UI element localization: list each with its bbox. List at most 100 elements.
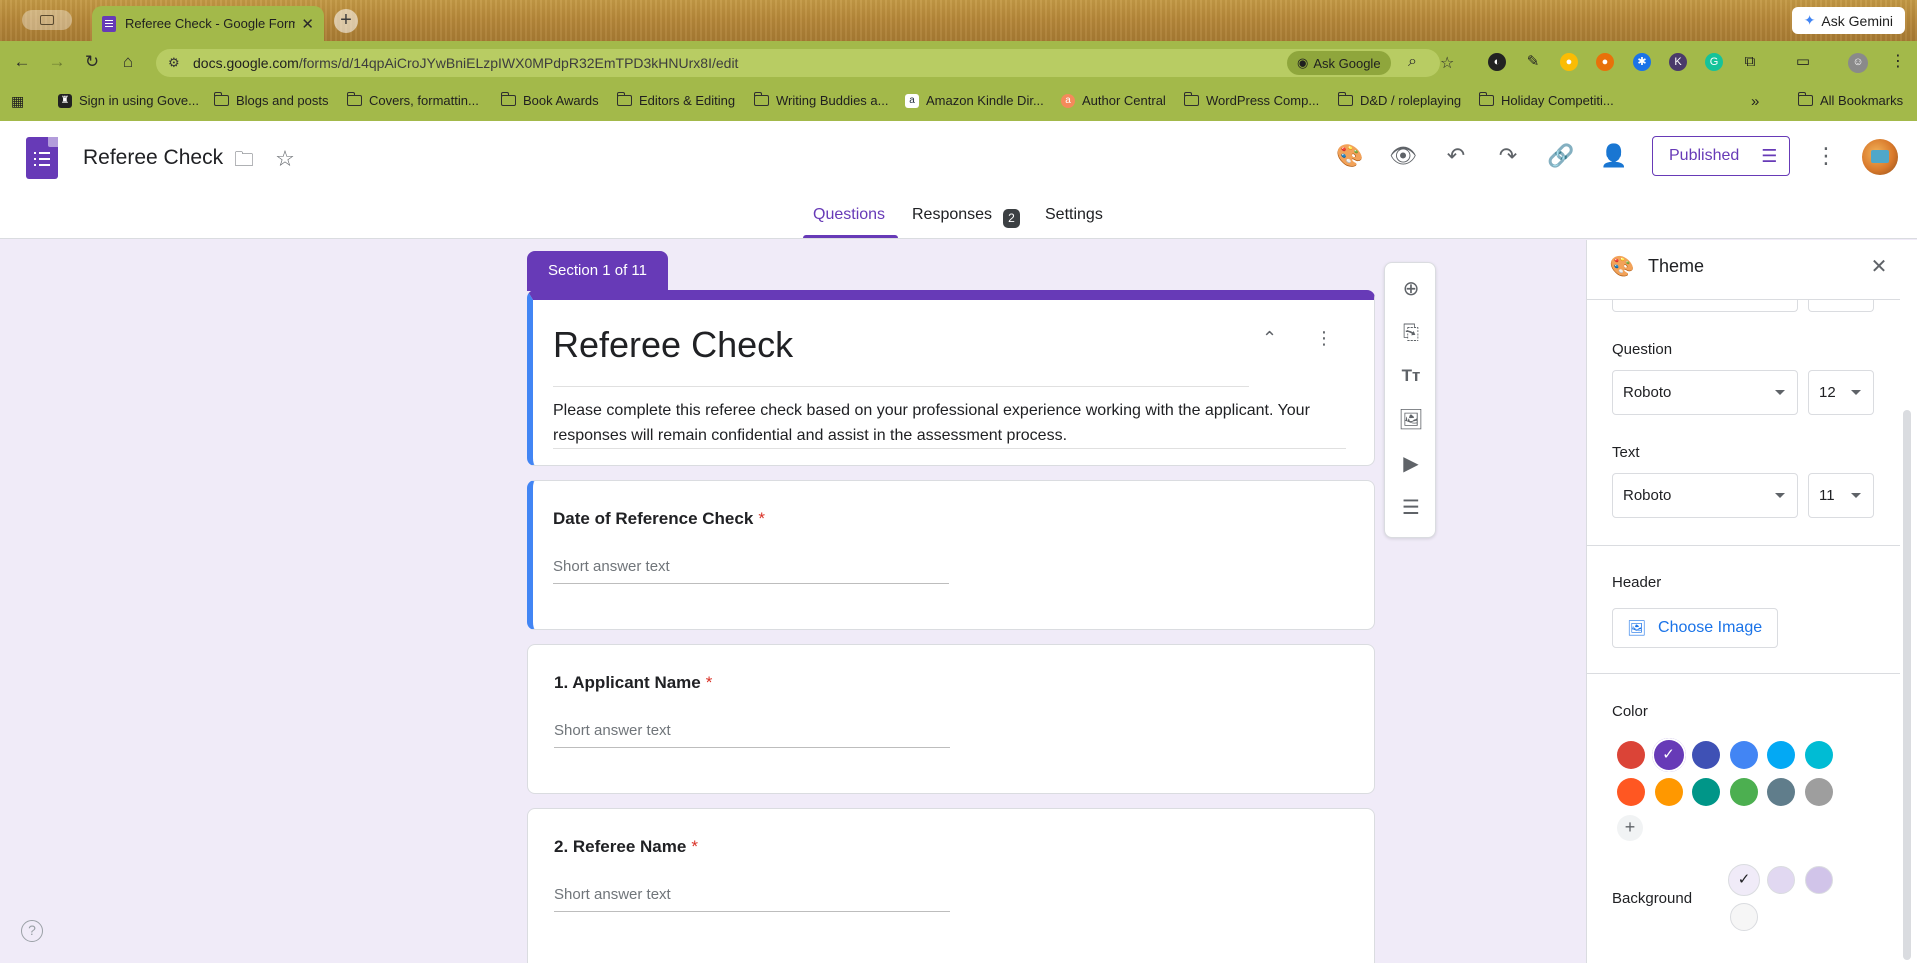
undo-icon[interactable]: ↶	[1442, 142, 1470, 170]
published-button[interactable]: Published ☰	[1652, 136, 1790, 176]
extension-4-icon[interactable]: ●	[1596, 53, 1614, 71]
background-swatch[interactable]	[1730, 903, 1758, 931]
redo-icon[interactable]: ↷	[1494, 142, 1522, 170]
bookmark-star-icon[interactable]: ☆	[1440, 53, 1454, 73]
google-forms-logo-icon[interactable]	[26, 137, 58, 179]
add-image-icon[interactable]: 🖼	[1398, 407, 1424, 433]
color-swatch[interactable]	[1729, 778, 1758, 806]
choose-image-button[interactable]: 🖼 Choose Image	[1612, 608, 1778, 648]
help-icon[interactable]: ?	[21, 920, 43, 942]
document-title[interactable]: Referee Check	[83, 146, 223, 170]
star-icon[interactable]: ☆	[271, 145, 299, 173]
extension-1-icon[interactable]: ◐	[1488, 53, 1506, 71]
color-swatch[interactable]	[1729, 741, 1758, 769]
new-tab-button[interactable]: +	[334, 9, 358, 33]
close-tab-icon[interactable]: ✕	[301, 15, 314, 33]
ask-google-button[interactable]: ◉ Ask Google	[1287, 51, 1391, 75]
all-bookmarks[interactable]: All Bookmarks	[1798, 92, 1903, 108]
question-card[interactable]: 1. Applicant Name * Short answer text	[527, 644, 1375, 794]
background-swatch-selected[interactable]: ✓	[1728, 864, 1760, 896]
zoom-icon[interactable]: ⌕	[1408, 53, 1417, 71]
bookmark-folder[interactable]: Book Awards	[501, 92, 599, 108]
question-card[interactable]: 2. Referee Name * Short answer text	[527, 808, 1375, 963]
form-description[interactable]: Please complete this referee check based…	[553, 398, 1353, 448]
add-section-icon[interactable]: ☰	[1398, 495, 1424, 521]
form-title-card[interactable]: Referee Check Please complete this refer…	[527, 290, 1375, 466]
account-avatar[interactable]	[1862, 139, 1898, 175]
import-questions-icon[interactable]: ⎘	[1398, 320, 1424, 346]
bookmark-folder[interactable]: Editors & Editing	[617, 92, 735, 108]
move-to-folder-icon[interactable]: 🗀	[230, 146, 258, 174]
bookmark-folder[interactable]: Writing Buddies a...	[754, 92, 888, 108]
bookmark-item[interactable]: ♜ Sign in using Gove...	[58, 93, 199, 108]
profile-avatar-icon[interactable]: ☺	[1848, 53, 1868, 73]
site-info-icon[interactable]: ⚙	[168, 55, 184, 71]
ask-gemini-button[interactable]: ✦ Ask Gemini	[1791, 7, 1905, 34]
url-text[interactable]: docs.google.com/forms/d/14qpAiCroJYwBniE…	[193, 55, 738, 71]
color-swatch[interactable]	[1804, 778, 1833, 806]
section-more-icon[interactable]: ⋮	[1315, 328, 1333, 349]
extension-3-icon[interactable]: ●	[1560, 53, 1578, 71]
preview-eye-icon[interactable]: 👁	[1389, 142, 1417, 170]
color-swatch[interactable]	[1654, 778, 1683, 806]
extensions-puzzle-icon[interactable]: ⧉	[1741, 53, 1759, 71]
copy-link-icon[interactable]: 🔗	[1547, 142, 1575, 170]
tab-settings[interactable]: Settings	[1045, 206, 1103, 224]
close-panel-icon[interactable]: ✕	[1865, 253, 1893, 281]
forward-arrow-icon[interactable]: →	[47, 52, 67, 72]
tab-responses[interactable]: Responses	[912, 206, 992, 224]
browser-tab[interactable]: Referee Check - Google Form ✕	[92, 6, 324, 41]
bookmark-folder[interactable]: Blogs and posts	[214, 92, 329, 108]
add-title-description-icon[interactable]: Tт	[1398, 363, 1424, 389]
tab-questions[interactable]: Questions	[813, 206, 885, 224]
bookmark-item[interactable]: a Author Central	[1061, 93, 1166, 108]
form-title[interactable]: Referee Check	[553, 324, 793, 366]
question-title[interactable]: Date of Reference Check *	[553, 509, 765, 529]
more-options-icon[interactable]: ⋮	[1812, 142, 1840, 170]
color-swatch-selected[interactable]: ✓	[1651, 738, 1686, 772]
question-card[interactable]: Date of Reference Check * Short answer te…	[527, 480, 1375, 630]
add-custom-color-button[interactable]: +	[1617, 815, 1643, 841]
back-arrow-icon[interactable]: ←	[12, 52, 32, 72]
bookmarks-overflow-button[interactable]: »	[1751, 93, 1759, 110]
bookmark-folder[interactable]: D&D / roleplaying	[1338, 92, 1461, 108]
extension-5-icon[interactable]: ✱	[1633, 53, 1651, 71]
color-swatch[interactable]	[1804, 741, 1833, 769]
text-style-label: Text	[1612, 444, 1640, 461]
home-icon[interactable]: ⌂	[118, 52, 138, 72]
text-font-select[interactable]: Roboto	[1612, 473, 1798, 518]
bookmark-folder[interactable]: Covers, formattin...	[347, 92, 479, 108]
add-collaborators-icon[interactable]: 👤	[1600, 142, 1628, 170]
question-font-select[interactable]: Roboto	[1612, 370, 1798, 415]
panel-scrollbar[interactable]	[1903, 410, 1911, 960]
color-swatch[interactable]	[1617, 778, 1645, 806]
bookmark-item[interactable]: a Amazon Kindle Dir...	[905, 93, 1044, 108]
background-swatch[interactable]	[1767, 866, 1795, 894]
color-swatch[interactable]	[1617, 741, 1645, 769]
question-title[interactable]: 1. Applicant Name *	[554, 673, 712, 693]
side-panel-icon[interactable]: ▭	[1794, 53, 1812, 71]
reload-icon[interactable]: ↻	[82, 52, 102, 72]
bookmark-folder[interactable]: Holiday Competiti...	[1479, 92, 1614, 108]
color-swatch[interactable]	[1767, 741, 1795, 769]
customize-theme-palette-icon[interactable]: 🎨	[1336, 142, 1364, 170]
extension-k-icon[interactable]: K	[1669, 53, 1687, 71]
text-size-select[interactable]: 11	[1808, 473, 1874, 518]
chrome-menu-icon[interactable]: ⋮	[1889, 53, 1907, 71]
grammarly-icon[interactable]: G	[1705, 53, 1723, 71]
header-font-select[interactable]	[1612, 300, 1798, 312]
extension-pen-icon[interactable]: ✎	[1524, 53, 1542, 71]
add-question-icon[interactable]: ⊕	[1398, 276, 1424, 302]
background-swatch[interactable]	[1805, 866, 1833, 894]
bookmark-folder[interactable]: WordPress Comp...	[1184, 92, 1319, 108]
header-size-select[interactable]	[1808, 300, 1874, 312]
color-swatch[interactable]	[1692, 741, 1720, 769]
color-swatch[interactable]	[1692, 778, 1720, 806]
add-video-icon[interactable]: ▶	[1398, 451, 1424, 477]
color-swatch[interactable]	[1767, 778, 1795, 806]
collapse-section-icon[interactable]: ⌃	[1262, 328, 1277, 349]
question-title[interactable]: 2. Referee Name *	[554, 837, 698, 857]
apps-grid-icon[interactable]: ▦	[11, 93, 24, 110]
tab-search-button[interactable]	[22, 10, 72, 30]
question-size-select[interactable]: 12	[1808, 370, 1874, 415]
